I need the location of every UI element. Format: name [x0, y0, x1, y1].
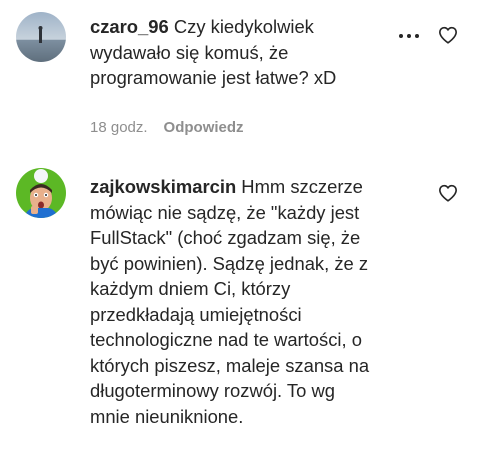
comment-text: zajkowskimarcin Hmm szczerze mówiąc nie … — [90, 174, 369, 429]
heart-outline-icon[interactable] — [437, 24, 459, 46]
comment-zajkowskimarcin: zajkowskimarcin Hmm szczerze mówiąc nie … — [0, 160, 479, 455]
comment-line: których piszesz, maleje szansa na — [90, 354, 370, 376]
comment-czaro-96: czaro_96 Czy kiedykolwiek wydawało się k… — [0, 0, 479, 150]
avatar-person-icon — [16, 168, 66, 218]
avatar-landscape-icon — [16, 12, 66, 62]
comment-username[interactable]: zajkowskimarcin — [90, 176, 236, 197]
comment-line: długoterminowy rozwój. To wg — [90, 380, 335, 401]
comment-line: wydawało się komuś, że — [90, 41, 289, 63]
comment-line: mnie nieuniknione. — [90, 405, 244, 427]
comment-line: Czy kiedykolwiek — [173, 16, 314, 37]
comment-meta: 18 godz. Odpowiedz — [90, 119, 244, 136]
comment-line: mówiąc nie sądzę, że "każdy jest — [90, 201, 360, 223]
heart-outline-icon[interactable] — [437, 182, 459, 204]
comment-line: technologiczne nad te wartości, o — [90, 329, 362, 350]
comment-timestamp: 18 godz. — [90, 119, 148, 136]
more-options-icon[interactable] — [397, 28, 421, 44]
comment-line: Hmm szczerze — [236, 176, 363, 197]
comment-line: przedkładają umiejętności — [90, 303, 302, 325]
avatar[interactable] — [16, 12, 66, 62]
avatar[interactable] — [16, 168, 66, 218]
comment-line: każdym dniem Ci, którzy — [90, 278, 291, 299]
comment-username[interactable]: czaro_96 — [90, 16, 169, 37]
comment-line: programowanie jest łatwe? xD — [90, 67, 337, 88]
comment-text: czaro_96 Czy kiedykolwiek wydawało się k… — [90, 14, 336, 91]
reply-button[interactable]: Odpowiedz — [164, 119, 244, 136]
comment-line: FullStack" (choć zgadzam się, że — [90, 227, 361, 248]
comment-line: być powinien). Sądzę jednak, że z — [90, 252, 369, 274]
